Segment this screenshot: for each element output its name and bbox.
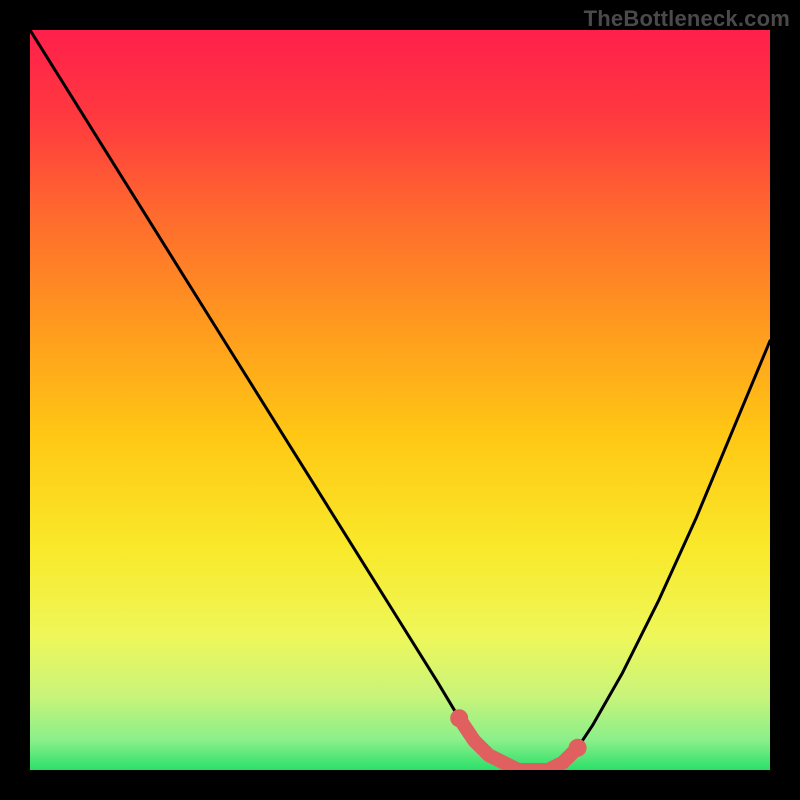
watermark-label: TheBottleneck.com	[584, 6, 790, 32]
optimal-range-endpoint	[569, 739, 587, 757]
chart-svg	[30, 30, 770, 770]
gradient-background	[30, 30, 770, 770]
chart-frame	[30, 30, 770, 770]
optimal-range-endpoint	[450, 709, 468, 727]
